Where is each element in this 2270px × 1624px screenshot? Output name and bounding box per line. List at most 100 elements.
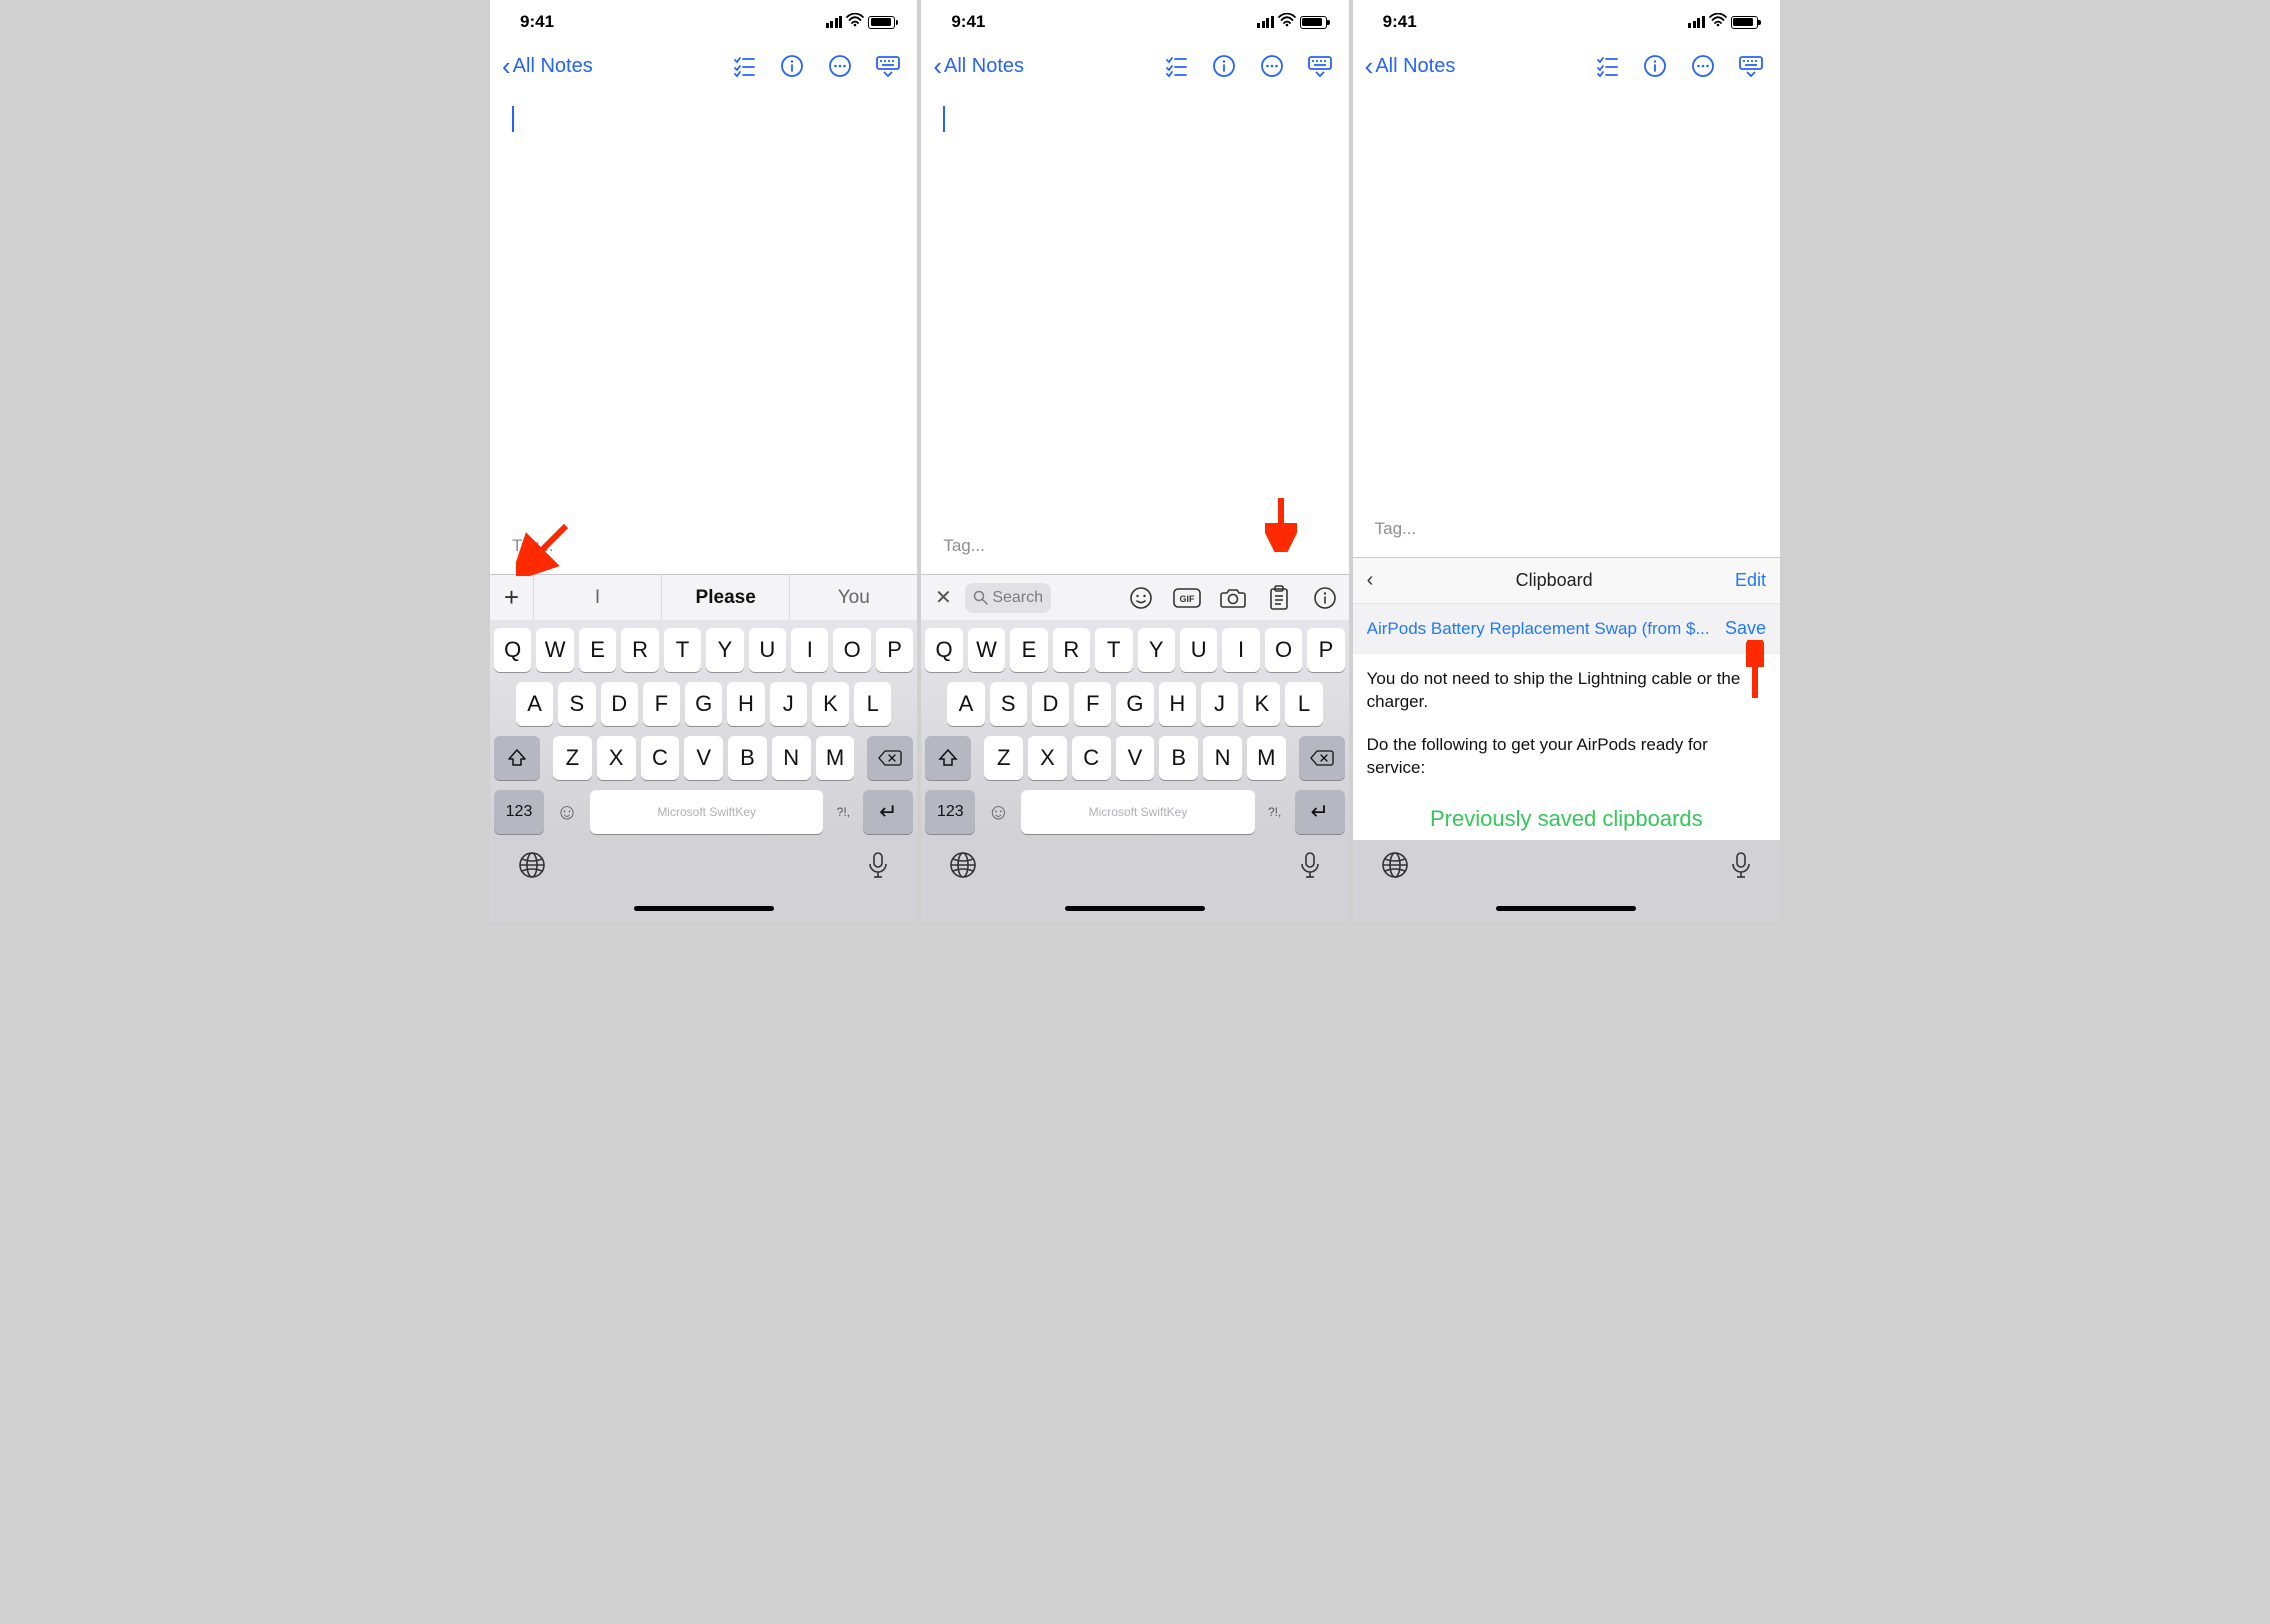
clipboard-item-title[interactable]: AirPods Battery Replacement Swap (from $…	[1367, 619, 1713, 639]
shift-key[interactable]	[494, 736, 540, 780]
backspace-key[interactable]	[1299, 736, 1345, 780]
key-g[interactable]: G	[685, 682, 722, 726]
key-h[interactable]: H	[727, 682, 764, 726]
key-e[interactable]: E	[579, 628, 616, 672]
key-d[interactable]: D	[1032, 682, 1069, 726]
back-button[interactable]: ‹ All Notes	[1365, 53, 1456, 79]
key-l[interactable]: L	[1285, 682, 1322, 726]
key-p[interactable]: P	[1307, 628, 1344, 672]
key-a[interactable]: A	[947, 682, 984, 726]
info-icon[interactable]	[779, 53, 805, 79]
shift-key[interactable]	[925, 736, 971, 780]
home-indicator[interactable]	[1353, 902, 1780, 922]
space-key[interactable]: Microsoft SwiftKey	[1021, 790, 1254, 834]
key-n[interactable]: N	[772, 736, 811, 780]
suggestion-2[interactable]: Please	[662, 575, 790, 620]
note-body[interactable]: Tag...	[1353, 88, 1780, 557]
keyboard[interactable]: QWERTYUIOP ASDFGHJKL ZXCVBNM 123 ☺ Micro…	[490, 620, 917, 840]
more-icon[interactable]	[827, 53, 853, 79]
more-icon[interactable]	[1259, 53, 1285, 79]
key-r[interactable]: R	[621, 628, 658, 672]
key-i[interactable]: I	[1222, 628, 1259, 672]
key-y[interactable]: Y	[1138, 628, 1175, 672]
checklist-icon[interactable]	[1594, 53, 1620, 79]
key-q[interactable]: Q	[494, 628, 531, 672]
key-q[interactable]: Q	[925, 628, 962, 672]
key-h[interactable]: H	[1159, 682, 1196, 726]
return-key[interactable]: ↵	[1295, 790, 1345, 834]
key-t[interactable]: T	[664, 628, 701, 672]
key-f[interactable]: F	[643, 682, 680, 726]
hide-keyboard-icon[interactable]	[1307, 53, 1333, 79]
key-n[interactable]: N	[1203, 736, 1242, 780]
clipboard-icon[interactable]	[1265, 584, 1293, 612]
key-m[interactable]: M	[1247, 736, 1286, 780]
back-button[interactable]: ‹ All Notes	[933, 53, 1024, 79]
key-i[interactable]: I	[791, 628, 828, 672]
key-k[interactable]: K	[1243, 682, 1280, 726]
mic-icon[interactable]	[867, 851, 889, 884]
hide-keyboard-icon[interactable]	[875, 53, 901, 79]
gif-icon[interactable]: GIF	[1173, 584, 1201, 612]
checklist-icon[interactable]	[731, 53, 757, 79]
toolbar-search-field[interactable]: Search	[965, 583, 1051, 613]
toolbar-close-button[interactable]: ✕	[931, 585, 955, 610]
home-indicator[interactable]	[490, 902, 917, 922]
punctuation-key[interactable]: ?!,	[829, 790, 857, 834]
key-b[interactable]: B	[728, 736, 767, 780]
punctuation-key[interactable]: ?!,	[1261, 790, 1289, 834]
globe-icon[interactable]	[949, 851, 977, 884]
globe-icon[interactable]	[518, 851, 546, 884]
key-p[interactable]: P	[876, 628, 913, 672]
key-t[interactable]: T	[1095, 628, 1132, 672]
camera-icon[interactable]	[1219, 584, 1247, 612]
key-k[interactable]: K	[812, 682, 849, 726]
clipboard-save-button[interactable]: Save	[1725, 618, 1766, 639]
key-e[interactable]: E	[1010, 628, 1047, 672]
key-c[interactable]: C	[641, 736, 680, 780]
key-y[interactable]: Y	[706, 628, 743, 672]
key-w[interactable]: W	[968, 628, 1005, 672]
key-u[interactable]: U	[749, 628, 786, 672]
return-key[interactable]: ↵	[863, 790, 913, 834]
key-j[interactable]: J	[770, 682, 807, 726]
tag-placeholder[interactable]: Tag...	[943, 536, 985, 556]
toolbar-expand-button[interactable]: +	[490, 575, 534, 620]
space-key[interactable]: Microsoft SwiftKey	[590, 790, 823, 834]
mic-icon[interactable]	[1730, 851, 1752, 884]
key-l[interactable]: L	[854, 682, 891, 726]
emoji-key[interactable]: ☺	[550, 790, 584, 834]
key-o[interactable]: O	[833, 628, 870, 672]
emoji-key[interactable]: ☺	[981, 790, 1015, 834]
checklist-icon[interactable]	[1163, 53, 1189, 79]
keyboard[interactable]: QWERTYUIOP ASDFGHJKL ZXCVBNM 123 ☺ Micro…	[921, 620, 1348, 840]
more-icon[interactable]	[1690, 53, 1716, 79]
key-o[interactable]: O	[1265, 628, 1302, 672]
key-j[interactable]: J	[1201, 682, 1238, 726]
clipboard-edit-button[interactable]: Edit	[1735, 570, 1766, 591]
key-g[interactable]: G	[1116, 682, 1153, 726]
key-b[interactable]: B	[1159, 736, 1198, 780]
key-x[interactable]: X	[597, 736, 636, 780]
key-s[interactable]: S	[990, 682, 1027, 726]
backspace-key[interactable]	[867, 736, 913, 780]
suggestion-3[interactable]: You	[790, 575, 917, 620]
mic-icon[interactable]	[1299, 851, 1321, 884]
tag-placeholder[interactable]: Tag...	[512, 536, 554, 556]
info-icon[interactable]	[1642, 53, 1668, 79]
key-m[interactable]: M	[816, 736, 855, 780]
clipboard-body-1[interactable]: You do not need to ship the Lightning ca…	[1353, 654, 1780, 728]
key-c[interactable]: C	[1072, 736, 1111, 780]
settings-info-icon[interactable]	[1311, 584, 1339, 612]
key-z[interactable]: Z	[984, 736, 1023, 780]
globe-icon[interactable]	[1381, 851, 1409, 884]
key-f[interactable]: F	[1074, 682, 1111, 726]
key-a[interactable]: A	[516, 682, 553, 726]
key-v[interactable]: V	[684, 736, 723, 780]
key-v[interactable]: V	[1116, 736, 1155, 780]
key-u[interactable]: U	[1180, 628, 1217, 672]
emoji-icon[interactable]	[1127, 584, 1155, 612]
hide-keyboard-icon[interactable]	[1738, 53, 1764, 79]
clipboard-body-2[interactable]: Do the following to get your AirPods rea…	[1353, 728, 1780, 794]
numeric-key[interactable]: 123	[494, 790, 544, 834]
